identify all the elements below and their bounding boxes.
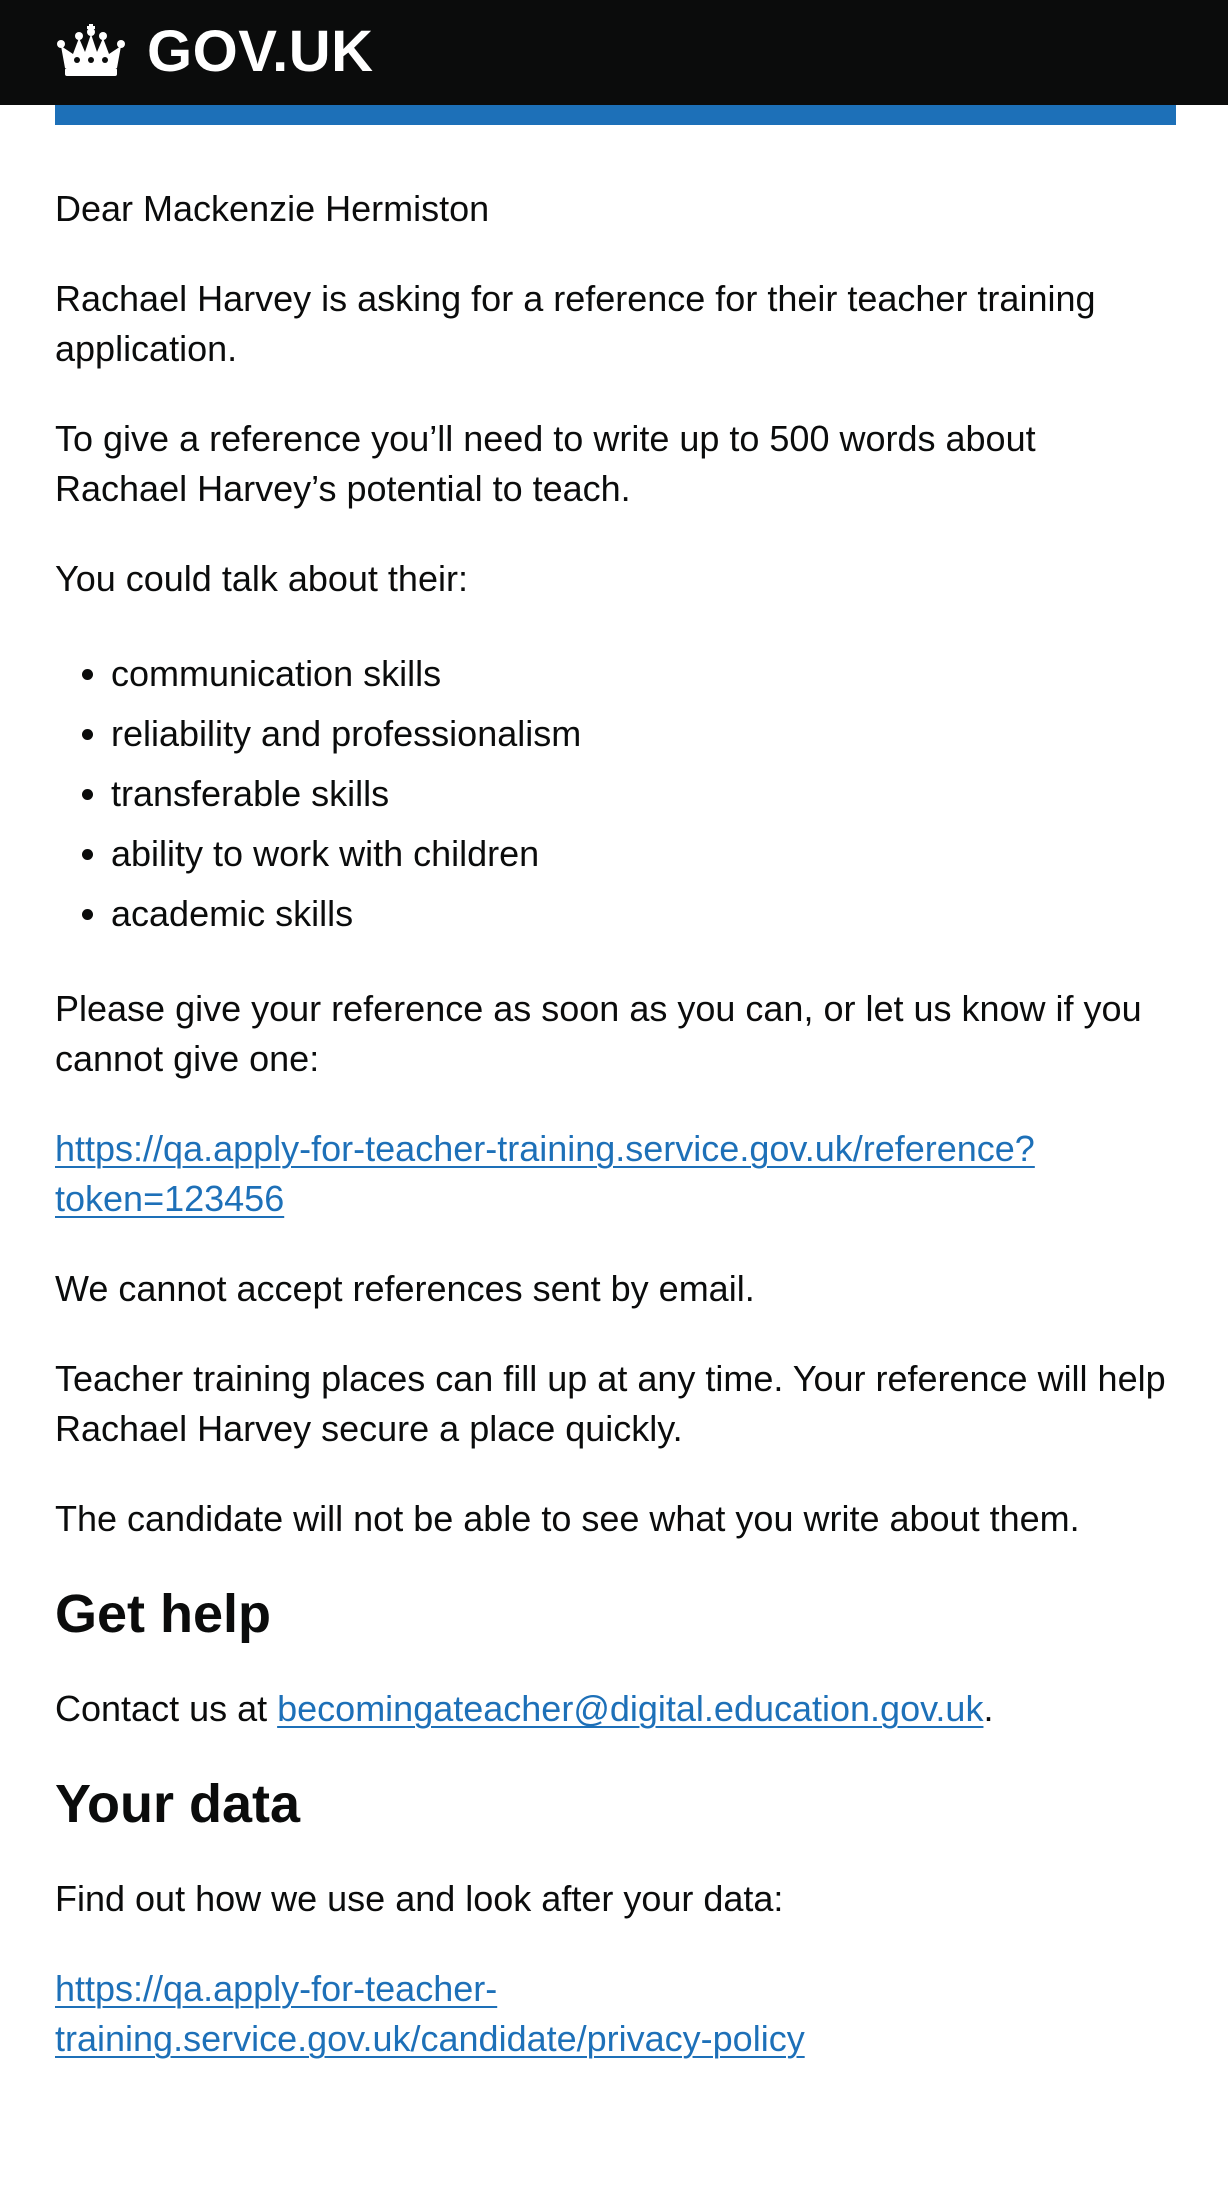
header-accent-bar [55,105,1176,125]
list-item: ability to work with children [111,824,1176,884]
skills-list: communication skills reliability and pro… [55,644,1176,944]
greeting: Dear Mackenzie Hermiston [55,188,490,229]
privacy-policy-link[interactable]: https://qa.apply-for-teacher-training.se… [55,1968,805,2059]
list-item: communication skills [111,644,1176,704]
govuk-logo-link[interactable]: GOV.UK [55,20,373,84]
please-give-paragraph: Please give your reference as soon as yo… [55,988,1142,1079]
instructions-paragraph: To give a reference you’ll need to write… [55,418,1036,509]
list-item: transferable skills [111,764,1176,824]
reference-link-paragraph: https://qa.apply-for-teacher-training.se… [55,1124,1176,1224]
your-data-heading: Your data [55,1774,301,1834]
reference-link[interactable]: https://qa.apply-for-teacher-training.se… [55,1128,1035,1219]
contact-paragraph: Contact us at becomingateacher@digital.e… [55,1684,1176,1734]
contact-email-link[interactable]: becomingateacher@digital.education.gov.u… [277,1688,983,1729]
email-body: Dear Mackenzie Hermiston Rachael Harvey … [55,184,1176,2104]
crown-icon [57,24,125,76]
intro-paragraph: Rachael Harvey is asking for a reference… [55,278,1096,369]
list-item: reliability and professionalism [111,704,1176,764]
govuk-header: GOV.UK [0,0,1228,105]
privacy-link-paragraph: https://qa.apply-for-teacher-training.se… [55,1964,1176,2064]
govuk-logo-text: GOV.UK [147,19,374,84]
talk-about-paragraph: You could talk about their: [55,558,468,599]
your-data-paragraph: Find out how we use and look after your … [55,1878,784,1919]
get-help-heading: Get help [55,1584,272,1644]
places-fill-paragraph: Teacher training places can fill up at a… [55,1358,1166,1449]
candidate-note-paragraph: The candidate will not be able to see wh… [55,1498,1080,1539]
list-item: academic skills [111,884,1176,944]
contact-suffix: . [983,1688,994,1729]
no-email-paragraph: We cannot accept references sent by emai… [55,1268,755,1309]
contact-prefix: Contact us at [55,1688,278,1729]
